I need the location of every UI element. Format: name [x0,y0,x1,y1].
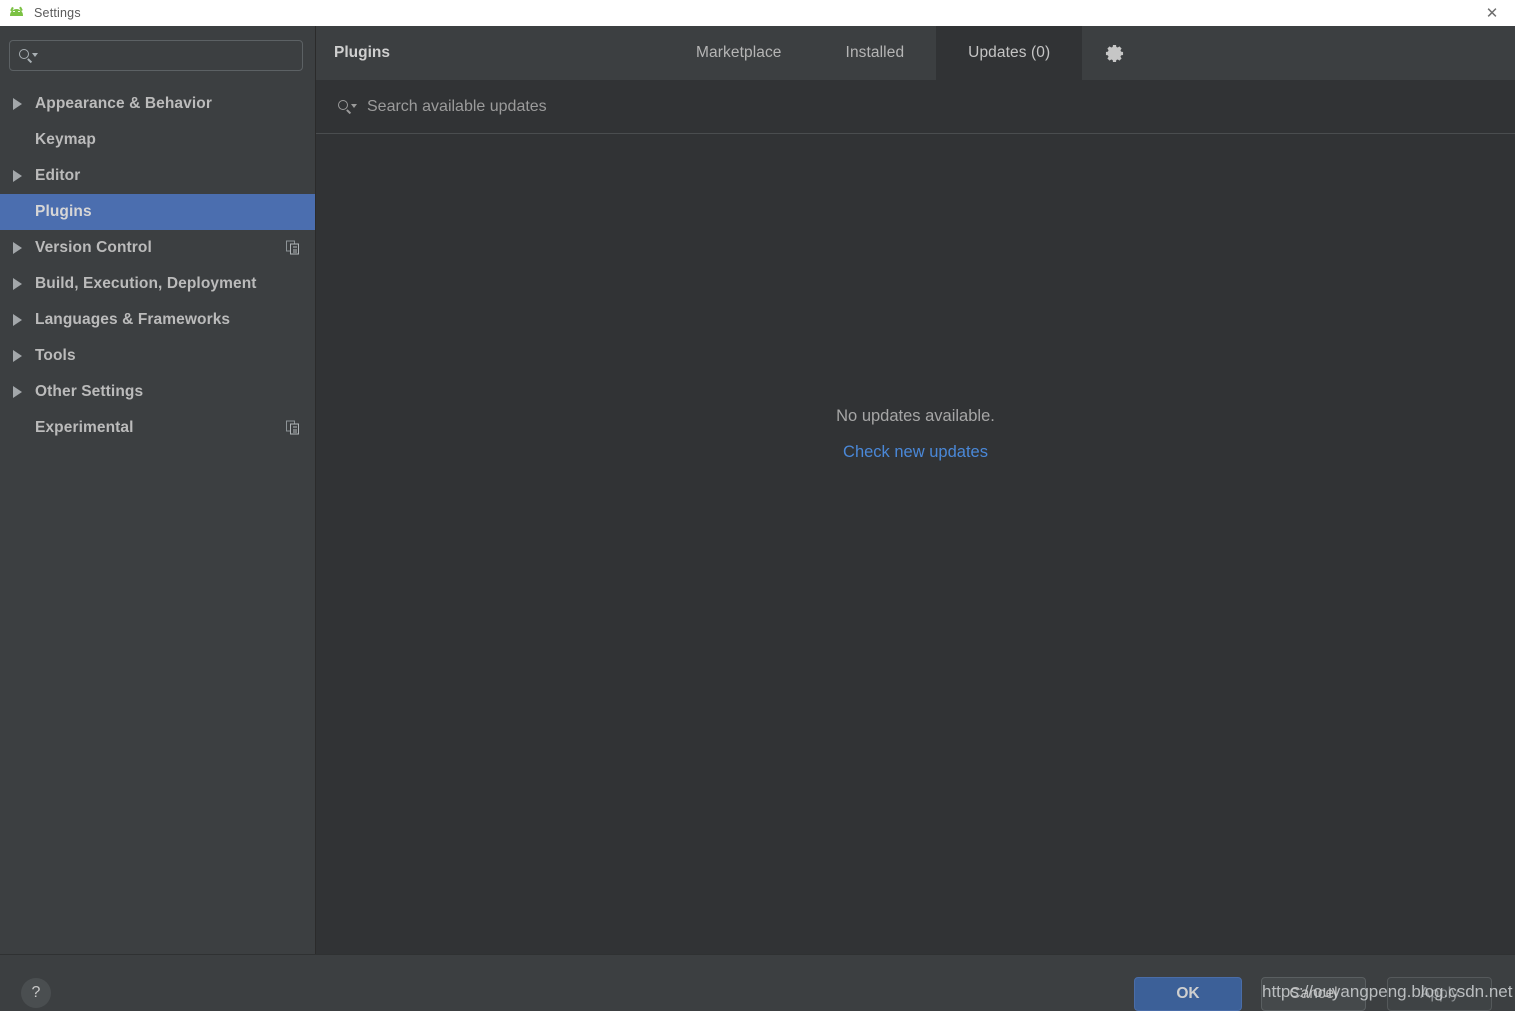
apply-button[interactable]: Apply [1387,977,1492,1011]
sidebar-item-label: Keymap [35,131,96,148]
plugins-tab-bar: Plugins Marketplace Installed Updates (0) [316,26,1515,80]
settings-window: Settings ✕ Appearance & Behavior Keymap Ed… [0,0,1515,1011]
sidebar-item-version-control[interactable]: Version Control [0,230,315,266]
expand-arrow-icon[interactable] [0,386,35,398]
cancel-button[interactable]: Cancel [1261,977,1366,1011]
expand-arrow-icon[interactable] [0,350,35,362]
empty-state: No updates available. Check new updates [316,134,1515,734]
expand-arrow-icon[interactable] [0,242,35,254]
sidebar-item-label: Other Settings [35,383,144,400]
sidebar-item-tools[interactable]: Tools [0,338,315,374]
settings-tree: Appearance & Behavior Keymap Editor Plugins… [0,86,315,446]
updates-search-row[interactable] [316,80,1515,134]
copy-icon [286,420,301,436]
sidebar-item-label: Editor [35,167,81,184]
expand-arrow-icon[interactable] [0,278,35,290]
tab-list: Marketplace Installed Updates (0) [664,26,1083,80]
sidebar-item-label: Build, Execution, Deployment [35,275,257,292]
close-icon[interactable]: ✕ [1469,0,1515,26]
search-icon [338,99,357,115]
sidebar-item-other-settings[interactable]: Other Settings [0,374,315,410]
sidebar-item-keymap[interactable]: Keymap [0,122,315,158]
android-icon [8,6,25,20]
tab-marketplace[interactable]: Marketplace [664,26,814,80]
plugins-settings-button[interactable] [1082,26,1146,80]
search-icon [19,48,38,64]
page-title: Plugins [334,44,390,61]
settings-sidebar: Appearance & Behavior Keymap Editor Plugins… [0,26,316,954]
tab-installed[interactable]: Installed [814,26,937,80]
sidebar-item-label: Experimental [35,419,134,436]
search-input[interactable] [357,96,1515,117]
title-bar-left: Settings [0,6,81,20]
sidebar-item-build-execution-deployment[interactable]: Build, Execution, Deployment [0,266,315,302]
sidebar-item-label: Languages & Frameworks [35,311,231,328]
sidebar-item-appearance-behavior[interactable]: Appearance & Behavior [0,86,315,122]
sidebar-item-plugins[interactable]: Plugins [0,194,315,230]
gear-icon [1105,44,1124,63]
tab-updates-0[interactable]: Updates (0) [936,26,1083,80]
expand-arrow-icon[interactable] [0,98,35,110]
sidebar-search-box[interactable] [9,40,303,71]
help-button[interactable]: ? [21,978,51,1008]
no-updates-message: No updates available. [836,406,995,425]
window-title: Settings [34,6,81,20]
sidebar-item-label: Appearance & Behavior [35,95,212,112]
plugins-panel: Plugins Marketplace Installed Updates (0) … [316,26,1515,954]
sidebar-item-label: Version Control [35,239,152,256]
sidebar-search-input[interactable] [38,48,302,63]
sidebar-item-label: Tools [35,347,76,364]
sidebar-item-languages-frameworks[interactable]: Languages & Frameworks [0,302,315,338]
expand-arrow-icon[interactable] [0,314,35,326]
sidebar-item-experimental[interactable]: Experimental [0,410,315,446]
copy-icon [286,240,301,256]
sidebar-item-label: Plugins [35,203,92,220]
sidebar-item-editor[interactable]: Editor [0,158,315,194]
title-bar: Settings ✕ [0,0,1515,26]
ok-button[interactable]: OK [1134,977,1242,1011]
check-new-updates-link[interactable]: Check new updates [843,443,988,462]
expand-arrow-icon[interactable] [0,170,35,182]
